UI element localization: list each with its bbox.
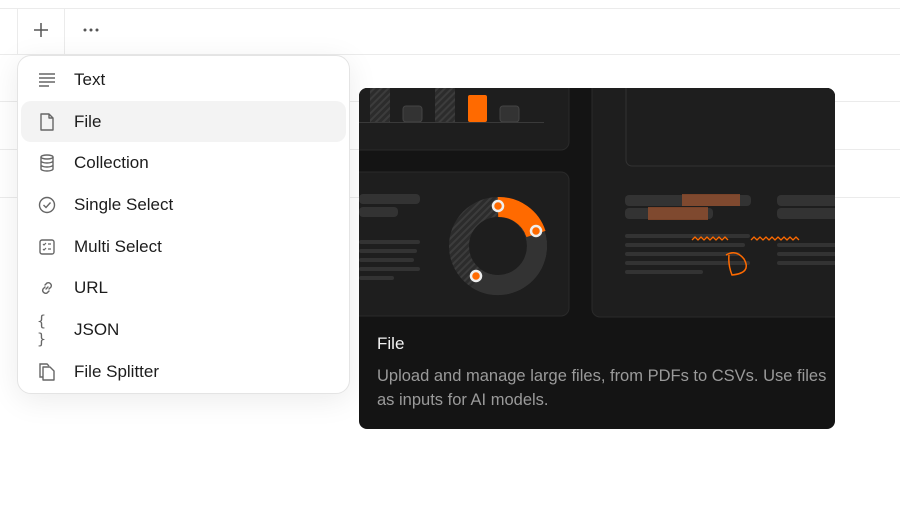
menu-item-label: File Splitter [74, 361, 160, 381]
checklist-icon [37, 237, 57, 257]
plus-icon [34, 23, 48, 37]
menu-item-label: Multi Select [74, 236, 162, 256]
menu-item-label: Single Select [74, 194, 174, 214]
check-circle-icon [37, 195, 57, 215]
menu-item-url[interactable]: URL [21, 267, 346, 309]
grid-line [17, 8, 18, 54]
menu-item-label: URL [74, 278, 109, 298]
file-preview-card: File Upload and manage large files, from… [359, 88, 835, 429]
menu-item-multi-select[interactable]: Multi Select [21, 226, 346, 268]
menu-item-file[interactable]: File [21, 100, 346, 143]
menu-item-label: File [74, 111, 102, 131]
menu-item-collection[interactable]: Collection [21, 142, 346, 184]
menu-item-label: Text [74, 69, 106, 89]
grid-line [0, 8, 900, 9]
file-preview-illustration [359, 88, 835, 318]
menu-item-file-splitter[interactable]: File Splitter [21, 351, 346, 393]
copy-file-icon [37, 362, 57, 382]
menu-item-label: Collection [74, 153, 149, 173]
grid-line [64, 8, 65, 54]
preview-title: File [377, 334, 405, 353]
menu-item-text[interactable]: Text [21, 59, 346, 101]
more-button[interactable] [75, 14, 107, 46]
preview-description: Upload and manage large files, from PDFs… [377, 367, 827, 409]
menu-item-single-select[interactable]: Single Select [21, 184, 346, 226]
field-type-menu: Text File Collection Single Select Multi… [17, 55, 350, 394]
database-icon [37, 153, 57, 173]
braces-icon: { } [37, 311, 47, 348]
menu-item-json[interactable]: { } JSON [21, 309, 346, 351]
add-button[interactable] [25, 14, 57, 46]
text-lines-icon [37, 70, 57, 90]
ellipsis-icon [83, 28, 99, 32]
menu-item-label: JSON [74, 319, 120, 339]
link-icon [37, 278, 57, 298]
file-icon [37, 112, 57, 132]
